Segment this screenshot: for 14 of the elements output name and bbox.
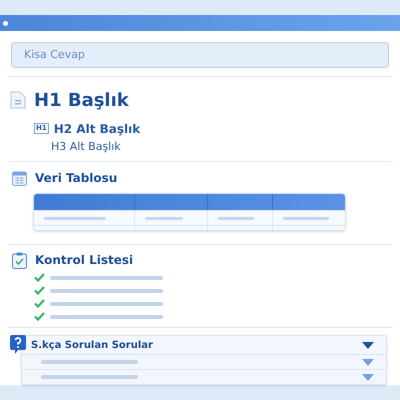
section-title: Kontrol Listesi: [35, 252, 134, 269]
document-icon: [10, 91, 26, 109]
check-icon[interactable]: [34, 286, 45, 295]
check-icon[interactable]: [34, 299, 45, 308]
heading-three: H3 Alt Başlık: [50, 138, 122, 154]
clipboard-check-icon: [12, 252, 27, 268]
check-icon[interactable]: [34, 273, 45, 282]
heading-one: H1 Başlık: [34, 88, 129, 112]
heading-two: H2 Alt Başlık: [54, 120, 140, 138]
answer-field[interactable]: Kisa Cevap: [11, 42, 389, 68]
check-icon[interactable]: [34, 312, 45, 321]
faq-header[interactable]: S.kça Sorulan Sorular: [22, 336, 386, 354]
section-title: Veri Tablosu: [35, 170, 118, 187]
calendar-icon: [12, 170, 27, 186]
